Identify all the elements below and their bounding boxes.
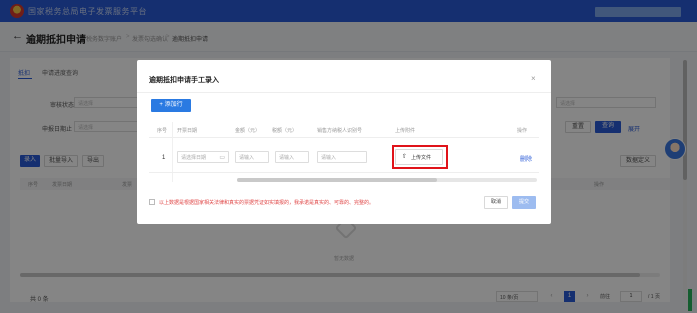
close-icon[interactable]: × [531,74,536,83]
column-header: 税额（元） [272,128,298,134]
declaration-checkbox[interactable] [149,199,155,205]
cancel-button[interactable]: 取消 [484,196,508,209]
row-index: 1 [162,155,166,161]
scrollbar-thumb[interactable] [237,178,437,182]
row-line [149,172,539,173]
submit-button[interactable]: 提交 [512,196,536,209]
seller-tax-id-input[interactable]: 请输入 [317,151,367,163]
divider [137,92,551,93]
date-placeholder: 请选择日期 [181,155,207,161]
column-header: 操作 [517,128,528,134]
column-header: 上传附件 [395,128,416,134]
dialog-title: 逾期抵扣申请手工录入 [149,77,219,84]
tax-input[interactable]: 请输入 [275,151,309,163]
amount-input[interactable]: 请输入 [235,151,269,163]
column-header: 金额（元） [235,128,261,134]
highlight-annotation [392,145,448,169]
add-row-button[interactable]: + 添加行 [151,99,191,112]
declaration-text: 以上数据是根据国家相关法律和真实的票据凭证如实填报的，我承诺是真实的、可靠的、完… [159,200,375,206]
manual-entry-dialog: 逾期抵扣申请手工录入 × + 添加行 序号 开票日期 金额（元） 税额（元） 销… [137,60,551,224]
column-header: 销售方纳税人识别号 [317,128,363,134]
invoice-date-picker[interactable]: 请选择日期 ▭ [177,151,229,163]
calendar-icon: ▭ [219,155,225,161]
column-header: 开票日期 [177,128,198,134]
delete-row-link[interactable]: 删除 [520,154,532,163]
column-header: 序号 [157,128,168,134]
column-divider [172,122,173,182]
header-line [149,137,539,138]
table-horizontal-scrollbar[interactable] [237,178,537,182]
